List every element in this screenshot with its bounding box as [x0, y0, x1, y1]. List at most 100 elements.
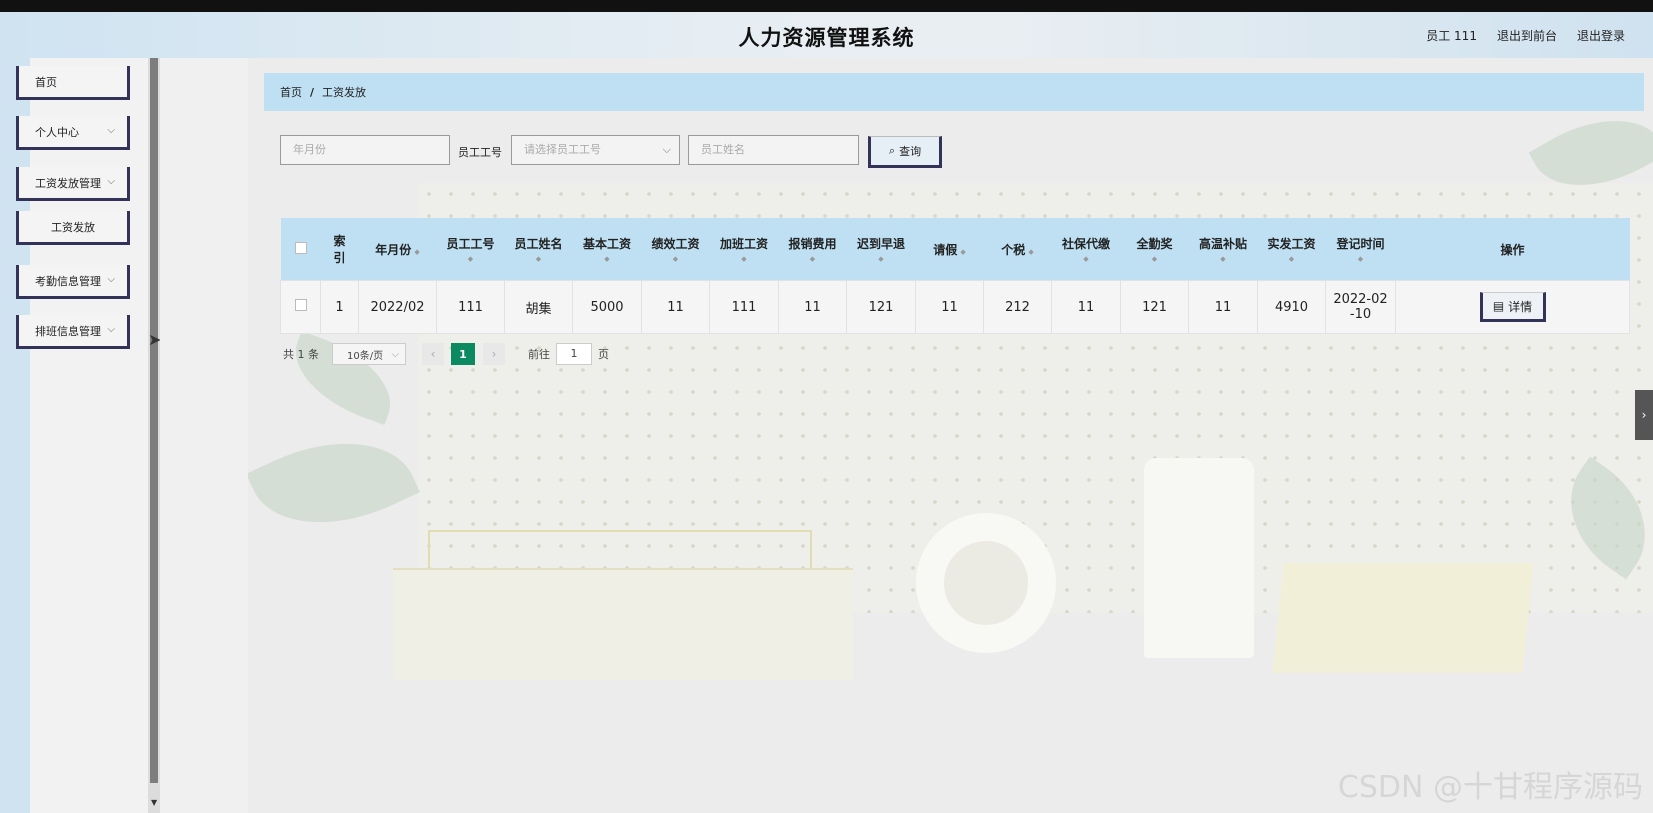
column-header-action: 操作	[1395, 218, 1630, 281]
cell-employee-name: 胡集	[504, 280, 573, 334]
column-header-employee-name[interactable]: 员工姓名 ◆	[504, 218, 573, 281]
column-header-year-month[interactable]: 年月份 ◆	[358, 218, 437, 281]
detail-button[interactable]: ▤ 详情	[1479, 292, 1546, 322]
table-row: 1 2022/02 111 胡集 5000 11 111 11 121 11 2…	[280, 280, 1630, 334]
cell-full-attendance: 121	[1120, 280, 1189, 334]
column-header-high-temp[interactable]: 高温补贴 ◆	[1188, 218, 1258, 281]
sort-icon[interactable]: ◆	[1121, 255, 1189, 263]
chevron-down-icon: ⌵	[107, 125, 115, 136]
row-checkbox-cell[interactable]	[280, 280, 321, 334]
sort-icon[interactable]: ◆	[573, 255, 642, 263]
salary-table: 索引 年月份 ◆ 员工工号 ◆ 员工姓名 ◆ 基本工资 ◆ 绩效工资 ◆ 加班工资 ◆ 报销…	[280, 218, 1630, 334]
chevron-right-icon: ›	[491, 347, 497, 361]
cell-reg-time: 2022-02 -10	[1325, 280, 1396, 334]
cylinder-decoration	[1144, 458, 1254, 658]
query-button[interactable]: ⌕ 查询	[868, 136, 942, 168]
column-header-performance[interactable]: 绩效工资 ◆	[641, 218, 710, 281]
sort-icon[interactable]: ◆	[1326, 255, 1396, 263]
current-page-button[interactable]: 1	[451, 343, 475, 365]
sidebar-item-salary-management[interactable]: 工资发放管理 ⌵	[16, 167, 130, 201]
sort-icon[interactable]: ◆	[710, 255, 779, 263]
column-header-actual-pay[interactable]: 实发工资 ◆	[1257, 218, 1326, 281]
sidebar-item-schedule-management[interactable]: 排班信息管理 ⌵	[16, 315, 130, 349]
sidebar-item-label: 考勤信息管理	[35, 274, 101, 288]
document-icon: ▤	[1492, 299, 1505, 313]
sort-icon[interactable]: ◆	[642, 255, 710, 263]
select-all-checkbox[interactable]	[294, 241, 307, 254]
column-header-full-attendance[interactable]: 全勤奖 ◆	[1120, 218, 1189, 281]
cell-employee-no: 111	[436, 280, 505, 334]
side-drawer-toggle[interactable]: ›	[1635, 390, 1653, 440]
cell-high-temp: 11	[1188, 280, 1258, 334]
table-header-row: 索引 年月份 ◆ 员工工号 ◆ 员工姓名 ◆ 基本工资 ◆ 绩效工资 ◆ 加班工资 ◆ 报销…	[280, 218, 1630, 281]
cell-leave: 11	[915, 280, 984, 334]
sort-icon[interactable]: ◆	[1052, 255, 1121, 263]
sort-icon[interactable]: ◆	[779, 255, 847, 263]
box-decoration	[393, 568, 853, 680]
employee-no-placeholder: 请选择员工工号	[524, 143, 601, 156]
sort-icon[interactable]: ◆	[960, 248, 965, 256]
employee-name-input[interactable]: 员工姓名	[688, 135, 859, 165]
sort-icon[interactable]: ◆	[414, 248, 419, 256]
next-page-button[interactable]: ›	[483, 343, 505, 365]
page-size-select[interactable]: 10条/页 ⌵	[332, 343, 406, 365]
column-header-base-salary[interactable]: 基本工资 ◆	[572, 218, 642, 281]
sort-icon[interactable]: ◆	[1028, 248, 1033, 256]
column-header-employee-no[interactable]: 员工工号 ◆	[436, 218, 505, 281]
sidebar-subitem-salary[interactable]: 工资发放	[16, 211, 130, 245]
chevron-down-icon: ⌵	[107, 274, 115, 285]
window-top-bar	[0, 0, 1653, 12]
cell-index: 1	[320, 280, 359, 334]
employee-no-label: 员工工号	[458, 146, 502, 159]
chevron-right-icon: ›	[1641, 408, 1647, 422]
select-all-cell[interactable]	[280, 218, 321, 281]
sidebar-item-label: 排班信息管理	[35, 324, 101, 338]
chevron-down-icon: ⌵	[107, 324, 115, 335]
app-title: 人力资源管理系统	[738, 26, 915, 50]
breadcrumb-home[interactable]: 首页	[280, 84, 302, 100]
current-user-link[interactable]: 员工 111	[1426, 27, 1477, 44]
cell-reimbursement: 11	[778, 280, 847, 334]
year-month-input[interactable]: 年月份	[280, 135, 450, 165]
header-user-links: 员工 111 退出到前台 退出登录	[1426, 27, 1625, 44]
sidebar-item-label: 工资发放	[51, 220, 95, 234]
sidebar-item-label: 个人中心	[35, 125, 79, 139]
cell-actual-pay: 4910	[1257, 280, 1326, 334]
goto-page-input[interactable]: 1	[556, 343, 592, 365]
cell-action: ▤ 详情	[1395, 280, 1630, 334]
sort-icon[interactable]: ◆	[847, 255, 916, 263]
cell-year-month: 2022/02	[358, 280, 437, 334]
column-header-social-security[interactable]: 社保代缴 ◆	[1051, 218, 1121, 281]
watermark-text: CSDN @十甘程序源码	[1337, 770, 1643, 805]
cell-overtime: 111	[709, 280, 779, 334]
scroll-down-arrow-icon[interactable]: ▼	[151, 798, 157, 807]
breadcrumb: 首页 / 工资发放	[264, 73, 1644, 111]
prev-page-button[interactable]: ‹	[422, 343, 444, 365]
block-decoration	[1272, 563, 1534, 673]
column-header-leave[interactable]: 请假 ◆	[915, 218, 984, 281]
sidebar-item-attendance-management[interactable]: 考勤信息管理 ⌵	[16, 265, 130, 299]
column-header-index: 索引	[320, 218, 359, 281]
column-header-tax[interactable]: 个税 ◆	[983, 218, 1052, 281]
exit-to-front-link[interactable]: 退出到前台	[1497, 27, 1557, 44]
sort-icon[interactable]: ◆	[1258, 255, 1326, 263]
sidebar-scrollbar-thumb[interactable]	[150, 58, 158, 783]
sidebar-item-home[interactable]: 首页	[16, 66, 130, 100]
row-checkbox[interactable]	[294, 299, 307, 311]
column-header-reimbursement[interactable]: 报销费用 ◆	[778, 218, 847, 281]
employee-no-select[interactable]: 请选择员工工号 ⌵	[511, 135, 680, 165]
pagination-total: 共 1 条	[283, 348, 319, 361]
column-header-reg-time[interactable]: 登记时间 ◆	[1325, 218, 1396, 281]
sidebar-item-personal-center[interactable]: 个人中心 ⌵	[16, 116, 130, 150]
logout-link[interactable]: 退出登录	[1577, 27, 1625, 44]
column-header-late-early[interactable]: 迟到早退 ◆	[846, 218, 916, 281]
sort-icon[interactable]: ◆	[1189, 255, 1258, 263]
column-header-overtime[interactable]: 加班工资 ◆	[709, 218, 779, 281]
sort-icon[interactable]: ◆	[437, 255, 505, 263]
box-outline-decoration	[428, 530, 812, 572]
sort-icon[interactable]: ◆	[505, 255, 573, 263]
goto-prefix: 前往	[528, 348, 550, 361]
cell-late-early: 121	[846, 280, 916, 334]
chevron-down-icon: ⌵	[662, 143, 671, 156]
chevron-down-icon: ⌵	[107, 176, 115, 187]
